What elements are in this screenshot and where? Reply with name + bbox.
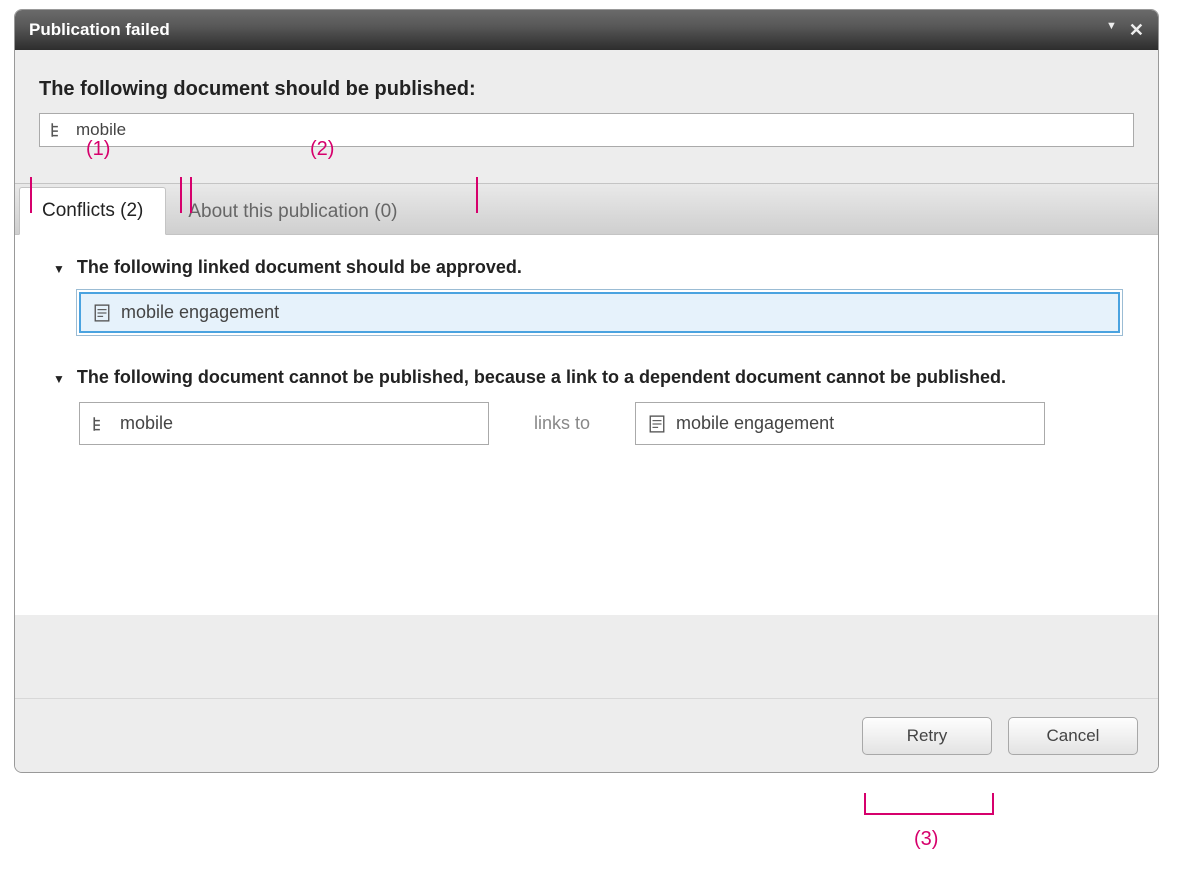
minimize-icon[interactable]: ▼ — [1106, 20, 1117, 41]
header-heading: The following document should be publish… — [39, 78, 1134, 101]
conflict2-content: mobile links to mobile engagement — [53, 402, 1120, 445]
folder-tree-icon — [92, 415, 110, 433]
conflict1-heading[interactable]: ▼ The following linked document should b… — [53, 257, 1120, 278]
cancel-button[interactable]: Cancel — [1008, 717, 1138, 755]
document-icon — [93, 304, 111, 322]
source-document-box[interactable]: mobile — [39, 113, 1134, 147]
dialog-titlebar: Publication failed ▼ ✕ — [15, 10, 1158, 50]
tab-conflicts-label: Conflicts (2) — [42, 200, 143, 221]
source-document-name: mobile — [76, 120, 126, 140]
collapse-icon: ▼ — [53, 262, 65, 276]
document-icon — [648, 415, 666, 433]
folder-tree-icon — [50, 121, 68, 139]
conflict1-document-name: mobile engagement — [121, 302, 279, 323]
tabs-row: Conflicts (2) About this publication (0) — [15, 183, 1158, 235]
link-relationship-row: mobile links to mobile engagement — [79, 402, 1120, 445]
tab-conflicts[interactable]: Conflicts (2) — [19, 187, 166, 235]
tab-about-label: About this publication (0) — [188, 201, 397, 222]
conflict1-content: mobile engagement — [53, 292, 1120, 333]
window-controls: ▼ ✕ — [1106, 20, 1144, 41]
link-target-name: mobile engagement — [676, 413, 834, 434]
collapse-icon: ▼ — [53, 372, 65, 386]
conflict2-heading-text: The following document cannot be publish… — [77, 367, 1006, 388]
link-target-box[interactable]: mobile engagement — [635, 402, 1045, 445]
conflicts-panel: ▼ The following linked document should b… — [15, 235, 1158, 615]
dialog-title: Publication failed — [29, 20, 1106, 40]
tab-about-publication[interactable]: About this publication (0) — [166, 189, 419, 235]
annotation-3-bracket — [864, 793, 994, 815]
conflict1-document-box[interactable]: mobile engagement — [79, 292, 1120, 333]
annotation-3-label: (3) — [914, 828, 938, 851]
link-source-box[interactable]: mobile — [79, 402, 489, 445]
close-icon[interactable]: ✕ — [1129, 20, 1144, 41]
publication-failed-dialog: Publication failed ▼ ✕ The following doc… — [14, 9, 1159, 773]
links-to-label: links to — [517, 413, 607, 434]
dialog-button-bar: Retry Cancel — [15, 698, 1158, 772]
retry-button[interactable]: Retry — [862, 717, 992, 755]
link-source-name: mobile — [120, 413, 173, 434]
dialog-header-section: The following document should be publish… — [15, 50, 1158, 153]
conflict2-heading[interactable]: ▼ The following document cannot be publi… — [53, 367, 1120, 388]
conflict1-heading-text: The following linked document should be … — [77, 257, 522, 278]
